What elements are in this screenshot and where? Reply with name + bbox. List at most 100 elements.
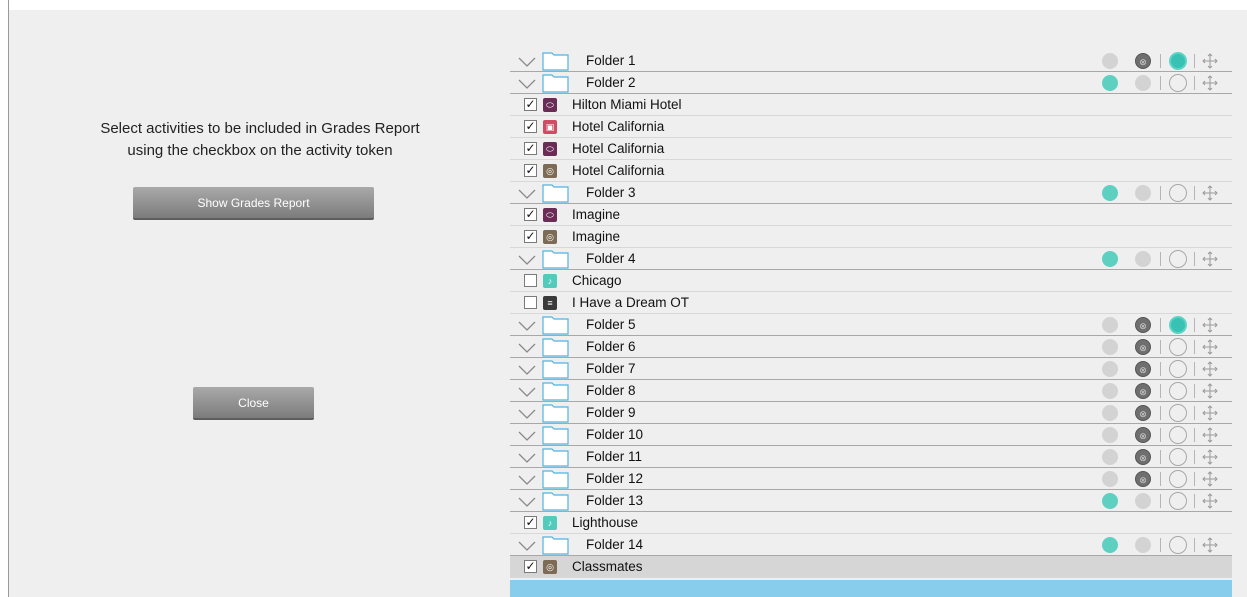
- move-handle-icon[interactable]: [1202, 383, 1218, 399]
- chevron-down-icon[interactable]: [518, 429, 536, 441]
- move-handle-icon[interactable]: [1202, 53, 1218, 69]
- folder-row[interactable]: Folder 13: [510, 490, 1232, 512]
- folder-row[interactable]: Folder 14: [510, 534, 1232, 556]
- include-checkbox[interactable]: ✓: [524, 208, 537, 221]
- move-handle-icon[interactable]: [1202, 449, 1218, 465]
- activity-row[interactable]: ≡ I Have a Dream OT: [510, 292, 1232, 314]
- move-handle-icon[interactable]: [1202, 251, 1218, 267]
- hide-status-icon[interactable]: [1135, 537, 1151, 553]
- hide-status-icon[interactable]: [1135, 185, 1151, 201]
- chevron-down-icon[interactable]: [518, 77, 536, 89]
- folder-row[interactable]: Folder 12 ⊗: [510, 468, 1232, 490]
- clock-icon[interactable]: [1169, 404, 1187, 422]
- activity-row[interactable]: ✓ ⬭ Imagine: [510, 204, 1232, 226]
- move-handle-icon[interactable]: [1202, 317, 1218, 333]
- include-checkbox[interactable]: ✓: [524, 230, 537, 243]
- move-handle-icon[interactable]: [1202, 339, 1218, 355]
- hide-status-icon[interactable]: ⊗: [1135, 427, 1151, 443]
- folder-row[interactable]: Folder 7 ⊗: [510, 358, 1232, 380]
- activity-row[interactable]: ✓ ♪ Lighthouse: [510, 512, 1232, 534]
- close-button[interactable]: Close: [193, 387, 314, 420]
- hide-status-icon[interactable]: [1135, 493, 1151, 509]
- chevron-down-icon[interactable]: [518, 473, 536, 485]
- activity-row[interactable]: ✓ ▣ Hotel California: [510, 116, 1232, 138]
- move-handle-icon[interactable]: [1202, 361, 1218, 377]
- include-checkbox[interactable]: ✓: [524, 120, 537, 133]
- include-checkbox[interactable]: [524, 274, 537, 287]
- publish-status-icon[interactable]: [1102, 251, 1118, 267]
- clock-icon[interactable]: [1169, 250, 1187, 268]
- publish-status-icon[interactable]: [1102, 75, 1118, 91]
- chevron-down-icon[interactable]: [518, 253, 536, 265]
- chevron-down-icon[interactable]: [518, 363, 536, 375]
- move-handle-icon[interactable]: [1202, 185, 1218, 201]
- publish-status-icon[interactable]: [1102, 317, 1118, 333]
- folder-row[interactable]: Folder 8 ⊗: [510, 380, 1232, 402]
- clock-icon[interactable]: [1169, 52, 1187, 70]
- publish-status-icon[interactable]: [1102, 53, 1118, 69]
- publish-status-icon[interactable]: [1102, 361, 1118, 377]
- publish-status-icon[interactable]: [1102, 537, 1118, 553]
- clock-icon[interactable]: [1169, 426, 1187, 444]
- clock-icon[interactable]: [1169, 360, 1187, 378]
- hide-status-icon[interactable]: ⊗: [1135, 405, 1151, 421]
- hide-status-icon[interactable]: ⊗: [1135, 449, 1151, 465]
- include-checkbox[interactable]: ✓: [524, 560, 537, 573]
- activity-row[interactable]: ✓ ⬭ Hotel California: [510, 138, 1232, 160]
- chevron-down-icon[interactable]: [518, 495, 536, 507]
- publish-status-icon[interactable]: [1102, 493, 1118, 509]
- move-handle-icon[interactable]: [1202, 537, 1218, 553]
- hide-status-icon[interactable]: ⊗: [1135, 53, 1151, 69]
- clock-icon[interactable]: [1169, 338, 1187, 356]
- folder-row[interactable]: Folder 3: [510, 182, 1232, 204]
- hide-status-icon[interactable]: ⊗: [1135, 317, 1151, 333]
- include-checkbox[interactable]: ✓: [524, 164, 537, 177]
- folder-row[interactable]: Folder 2: [510, 72, 1232, 94]
- activity-row[interactable]: ✓ ◎ Hotel California: [510, 160, 1232, 182]
- folder-row[interactable]: Folder 4: [510, 248, 1232, 270]
- clock-icon[interactable]: [1169, 448, 1187, 466]
- folder-row[interactable]: Folder 1 ⊗: [510, 50, 1232, 72]
- clock-icon[interactable]: [1169, 316, 1187, 334]
- move-handle-icon[interactable]: [1202, 427, 1218, 443]
- publish-status-icon[interactable]: [1102, 427, 1118, 443]
- chevron-down-icon[interactable]: [518, 407, 536, 419]
- include-checkbox[interactable]: ✓: [524, 516, 537, 529]
- show-grades-report-button[interactable]: Show Grades Report: [133, 187, 374, 220]
- hide-status-icon[interactable]: ⊗: [1135, 471, 1151, 487]
- clock-icon[interactable]: [1169, 184, 1187, 202]
- hide-status-icon[interactable]: ⊗: [1135, 339, 1151, 355]
- folder-row[interactable]: Folder 10 ⊗: [510, 424, 1232, 446]
- hide-status-icon[interactable]: [1135, 251, 1151, 267]
- chevron-down-icon[interactable]: [518, 187, 536, 199]
- publish-status-icon[interactable]: [1102, 449, 1118, 465]
- folder-row[interactable]: Folder 11 ⊗: [510, 446, 1232, 468]
- folder-row[interactable]: Folder 9 ⊗: [510, 402, 1232, 424]
- move-handle-icon[interactable]: [1202, 471, 1218, 487]
- chevron-down-icon[interactable]: [518, 385, 536, 397]
- include-checkbox[interactable]: [524, 296, 537, 309]
- hide-status-icon[interactable]: ⊗: [1135, 383, 1151, 399]
- chevron-down-icon[interactable]: [518, 341, 536, 353]
- chevron-down-icon[interactable]: [518, 451, 536, 463]
- chevron-down-icon[interactable]: [518, 539, 536, 551]
- activity-row[interactable]: ✓ ◎ Imagine: [510, 226, 1232, 248]
- chevron-down-icon[interactable]: [518, 319, 536, 331]
- clock-icon[interactable]: [1169, 470, 1187, 488]
- folder-row[interactable]: Folder 5 ⊗: [510, 314, 1232, 336]
- chevron-down-icon[interactable]: [518, 55, 536, 67]
- publish-status-icon[interactable]: [1102, 185, 1118, 201]
- clock-icon[interactable]: [1169, 492, 1187, 510]
- activity-row[interactable]: ✓ ⬭ Hilton Miami Hotel: [510, 94, 1232, 116]
- include-checkbox[interactable]: ✓: [524, 142, 537, 155]
- hide-status-icon[interactable]: ⊗: [1135, 361, 1151, 377]
- clock-icon[interactable]: [1169, 536, 1187, 554]
- activity-row[interactable]: ♪ Chicago: [510, 270, 1232, 292]
- publish-status-icon[interactable]: [1102, 405, 1118, 421]
- include-checkbox[interactable]: ✓: [524, 98, 537, 111]
- hide-status-icon[interactable]: [1135, 75, 1151, 91]
- publish-status-icon[interactable]: [1102, 471, 1118, 487]
- publish-status-icon[interactable]: [1102, 339, 1118, 355]
- publish-status-icon[interactable]: [1102, 383, 1118, 399]
- activity-row[interactable]: ✓ ◎ Classmates: [510, 556, 1232, 578]
